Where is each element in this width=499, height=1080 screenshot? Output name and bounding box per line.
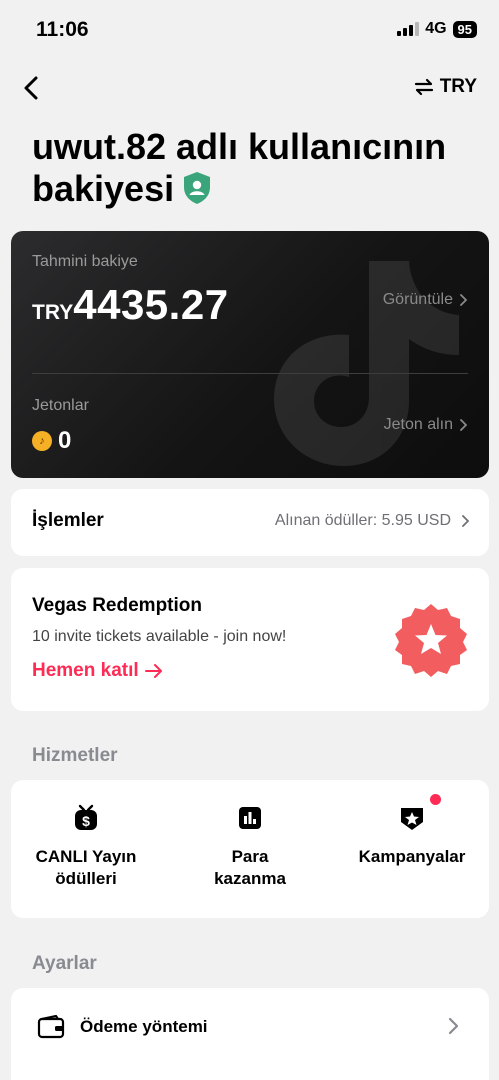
status-bar: 11:06 4G 95	[0, 0, 499, 60]
coins-value: 0	[58, 427, 72, 454]
promo-card[interactable]: Vegas Redemption 10 invite tickets avail…	[11, 568, 489, 711]
coins-label: Jetonlar	[32, 397, 89, 414]
transactions-summary: Alınan ödüller: 5.95 USD	[275, 512, 469, 530]
status-indicators: 4G 95	[397, 20, 477, 38]
promo-subtitle: 10 invite tickets available - join now!	[32, 628, 287, 645]
card-divider	[32, 373, 468, 374]
page-title: uwut.82 adlı kullanıcının bakiyesi	[32, 126, 472, 210]
rewards-received-text: Alınan ödüller: 5.95 USD	[274, 512, 451, 529]
balance-amount: 4435.27	[73, 281, 229, 328]
live-rewards-icon: $	[75, 804, 97, 830]
chevron-right-icon	[460, 419, 467, 431]
transactions-title: İşlemler	[32, 510, 104, 531]
signal-icon	[397, 22, 420, 36]
chevron-left-icon	[24, 76, 38, 100]
view-balance-link[interactable]: Görüntüle	[383, 291, 467, 309]
get-coins-link[interactable]: Jeton alın	[384, 416, 467, 434]
service-live-rewards[interactable]: $ CANLI Yayın ödülleri	[11, 804, 161, 890]
service-live-rewards-line1: CANLI Yayın	[35, 847, 137, 866]
network-type: 4G	[425, 20, 447, 37]
join-now-label: Hemen katıl	[32, 660, 139, 681]
payment-method-label: Ödeme yöntemi	[80, 1017, 208, 1036]
service-campaigns-line1: Kampanyalar	[358, 847, 466, 866]
swap-arrows-icon	[414, 78, 433, 96]
back-button[interactable]	[18, 74, 46, 102]
chevron-right-icon	[460, 294, 467, 306]
wallet-icon	[37, 1015, 65, 1039]
settings-section-label: Ayarlar	[32, 953, 97, 974]
service-monetization-line1: Para	[231, 847, 269, 866]
balance-card: Tahmini bakiye TRY 4435.27 Görüntüle Jet…	[11, 231, 489, 478]
settings-card: Ödeme yöntemi	[11, 988, 489, 1080]
verified-shield-icon	[184, 172, 211, 204]
status-time: 11:06	[36, 18, 89, 41]
star-seal-icon	[395, 604, 467, 677]
services-card: $ CANLI Yayın ödülleri Para kazanma Kamp…	[11, 780, 489, 918]
balance-currency: TRY	[32, 301, 74, 324]
svg-text:$: $	[82, 813, 90, 829]
campaign-star-icon	[401, 808, 423, 830]
chevron-right-icon	[448, 1017, 459, 1035]
service-monetization[interactable]: Para kazanma	[175, 804, 325, 890]
service-monetization-line2: kazanma	[214, 869, 286, 888]
tiktok-logo-icon	[274, 261, 459, 466]
estimated-balance-label: Tahmini bakiye	[32, 253, 138, 270]
view-balance-label: Görüntüle	[382, 291, 453, 308]
arrow-right-icon	[144, 664, 162, 678]
service-live-rewards-line2: ödülleri	[55, 869, 117, 888]
balance-amount-row: TRY 4435.27	[32, 281, 229, 329]
page-title-text: uwut.82 adlı kullanıcının bakiyesi	[32, 126, 447, 209]
chevron-right-icon	[462, 515, 469, 527]
promo-title: Vegas Redemption	[32, 595, 202, 616]
transactions-row[interactable]: İşlemler Alınan ödüller: 5.95 USD	[11, 489, 489, 556]
currency-label: TRY	[439, 76, 477, 97]
join-now-link[interactable]: Hemen katıl	[32, 660, 163, 682]
battery-icon: 95	[452, 20, 477, 38]
coins-row: ♪ 0	[32, 427, 71, 455]
get-coins-label: Jeton alın	[383, 416, 453, 433]
service-campaigns[interactable]: Kampanyalar	[337, 794, 487, 868]
monetization-chart-icon	[239, 807, 261, 829]
payment-method-row[interactable]: Ödeme yöntemi	[11, 988, 489, 1068]
services-section-label: Hizmetler	[32, 745, 118, 766]
notification-dot	[430, 794, 441, 805]
nav-bar: TRY	[0, 68, 499, 108]
coin-icon: ♪	[32, 431, 52, 451]
currency-switch-button[interactable]: TRY	[414, 76, 477, 98]
